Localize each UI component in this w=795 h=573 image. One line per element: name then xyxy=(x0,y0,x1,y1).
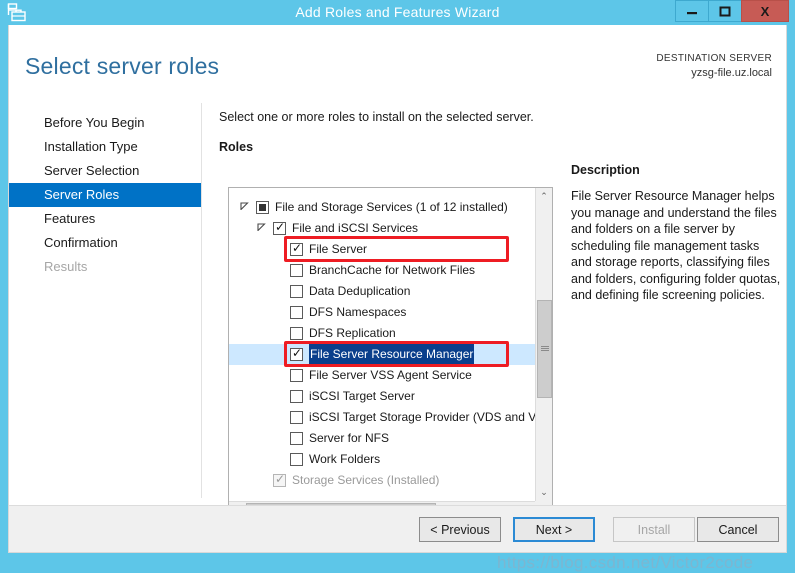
destination-server-value: yzsg-file.uz.local xyxy=(691,67,772,79)
close-button[interactable]: X xyxy=(741,0,789,22)
vertical-scroll-thumb[interactable] xyxy=(537,300,552,398)
tree-row[interactable]: iSCSI Target Storage Provider (VDS and V… xyxy=(229,407,536,428)
tree-row[interactable]: ✓ File and iSCSI Services xyxy=(229,218,536,239)
check-icon: ✓ xyxy=(275,472,286,486)
sidebar-item-label: Server Selection xyxy=(44,163,140,178)
main-content: Select one or more roles to install on t… xyxy=(219,110,769,159)
sidebar-item-before-you-begin[interactable]: Before You Begin xyxy=(9,111,201,135)
roles-tree-vertical-scrollbar[interactable]: ⌃ ⌄ xyxy=(535,188,552,501)
previous-button[interactable]: < Previous xyxy=(419,517,501,542)
tree-row-label: File and iSCSI Services xyxy=(292,221,419,235)
tree-row-label: iSCSI Target Storage Provider (VDS and V… xyxy=(309,410,536,424)
description-panel: Description File Server Resource Manager… xyxy=(571,163,781,304)
check-icon: ✓ xyxy=(292,241,303,255)
role-checkbox[interactable] xyxy=(256,201,269,214)
role-checkbox[interactable] xyxy=(290,264,303,277)
sidebar-item-label: Features xyxy=(44,211,96,226)
tree-row[interactable]: BranchCache for Network Files xyxy=(229,260,536,281)
tree-row[interactable]: iSCSI Target Server xyxy=(229,386,536,407)
role-checkbox: ✓ xyxy=(273,472,286,487)
tree-row[interactable]: ✓ File Server xyxy=(229,239,536,260)
sidebar-item-installation-type[interactable]: Installation Type xyxy=(9,135,201,159)
tree-row-label: DFS Namespaces xyxy=(309,305,407,319)
minimize-button[interactable] xyxy=(675,0,709,22)
chevron-expanded-icon[interactable] xyxy=(238,197,250,218)
tree-row-label: File and Storage Services (1 of 12 insta… xyxy=(275,200,508,214)
role-checkbox[interactable] xyxy=(290,306,303,319)
tree-row[interactable]: Data Deduplication xyxy=(229,281,536,302)
nav-divider xyxy=(201,103,202,498)
role-checkbox[interactable] xyxy=(290,369,303,382)
scroll-grip-icon xyxy=(541,346,549,352)
watermark-text: https://blog.csdn.net/Victor2code xyxy=(497,553,754,572)
sidebar-item-results: Results xyxy=(9,255,201,279)
tree-row[interactable]: DFS Namespaces xyxy=(229,302,536,323)
instruction-text: Select one or more roles to install on t… xyxy=(219,110,534,124)
sidebar-item-server-selection[interactable]: Server Selection xyxy=(9,159,201,183)
roles-tree[interactable]: File and Storage Services (1 of 12 insta… xyxy=(229,188,536,501)
sidebar-item-label: Confirmation xyxy=(44,235,118,250)
tree-row-label: Data Deduplication xyxy=(309,284,411,298)
sidebar-item-label: Before You Begin xyxy=(44,115,145,130)
role-checkbox[interactable] xyxy=(290,390,303,403)
tree-row-label: BranchCache for Network Files xyxy=(309,263,476,277)
cancel-button[interactable]: Cancel xyxy=(697,517,779,542)
roles-section-label: Roles xyxy=(219,140,254,154)
tree-row[interactable]: Work Folders xyxy=(229,449,536,470)
roles-tree-box: File and Storage Services (1 of 12 insta… xyxy=(228,187,553,519)
chevron-expanded-icon[interactable] xyxy=(255,218,267,239)
tree-row[interactable]: Server for NFS xyxy=(229,428,536,449)
sidebar-item-label: Server Roles xyxy=(44,187,120,202)
tree-row[interactable]: File Server VSS Agent Service xyxy=(229,365,536,386)
tree-row[interactable]: ✓ Storage Services (Installed) xyxy=(229,470,536,491)
partial-check-icon xyxy=(259,204,266,211)
description-body: File Server Resource Manager helps you m… xyxy=(571,189,781,302)
title-bar: Add Roles and Features Wizard X xyxy=(0,0,795,25)
tree-row-label: File Server Resource Manager xyxy=(309,344,475,365)
role-checkbox[interactable] xyxy=(290,432,303,445)
sidebar-item-confirmation[interactable]: Confirmation xyxy=(9,231,201,255)
tree-row-label: Storage Services (Installed) xyxy=(292,473,440,487)
window-controls: X xyxy=(675,0,789,22)
destination-server-label: DESTINATION SERVER xyxy=(656,53,772,64)
tree-row-label: File Server xyxy=(309,242,368,256)
description-title: Description xyxy=(571,163,640,177)
page-title: Select server roles xyxy=(25,53,220,79)
tree-row-label: Work Folders xyxy=(309,452,381,466)
tree-row[interactable]: ✓ File Server Resource Manager xyxy=(229,344,536,365)
sidebar-item-label: Installation Type xyxy=(44,139,138,154)
check-icon: ✓ xyxy=(292,346,303,360)
role-checkbox[interactable] xyxy=(290,285,303,298)
install-button: Install xyxy=(613,517,695,542)
role-checkbox[interactable] xyxy=(290,327,303,340)
next-button[interactable]: Next > xyxy=(513,517,595,542)
maximize-button[interactable] xyxy=(708,0,742,22)
tree-row-label: iSCSI Target Server xyxy=(309,389,415,403)
sidebar-item-label: Results xyxy=(44,259,88,274)
scroll-up-icon[interactable]: ⌃ xyxy=(536,188,552,205)
tree-row-label: DFS Replication xyxy=(309,326,396,340)
role-checkbox[interactable]: ✓ xyxy=(290,241,303,256)
role-checkbox[interactable]: ✓ xyxy=(290,346,303,361)
tree-row[interactable]: DFS Replication xyxy=(229,323,536,344)
footer-bar: < Previous Next > Install Cancel xyxy=(9,505,786,552)
tree-row-label: Server for NFS xyxy=(309,431,390,445)
sidebar-item-server-roles[interactable]: Server Roles xyxy=(9,183,201,207)
sidebar-item-features[interactable]: Features xyxy=(9,207,201,231)
destination-server-block: DESTINATION SERVER yzsg-file.uz.local xyxy=(656,52,772,80)
scroll-down-icon[interactable]: ⌄ xyxy=(536,484,552,501)
role-checkbox[interactable]: ✓ xyxy=(273,220,286,235)
client-area: Select server roles DESTINATION SERVER y… xyxy=(8,25,787,572)
role-checkbox[interactable] xyxy=(290,453,303,466)
check-icon: ✓ xyxy=(275,220,286,234)
tree-row[interactable]: File and Storage Services (1 of 12 insta… xyxy=(229,197,536,218)
tree-row-label: File Server VSS Agent Service xyxy=(309,368,472,382)
role-checkbox[interactable] xyxy=(290,411,303,424)
wizard-steps-nav: Before You Begin Installation Type Server … xyxy=(9,103,201,279)
wizard-window: Add Roles and Features Wizard X Select s… xyxy=(0,0,795,572)
